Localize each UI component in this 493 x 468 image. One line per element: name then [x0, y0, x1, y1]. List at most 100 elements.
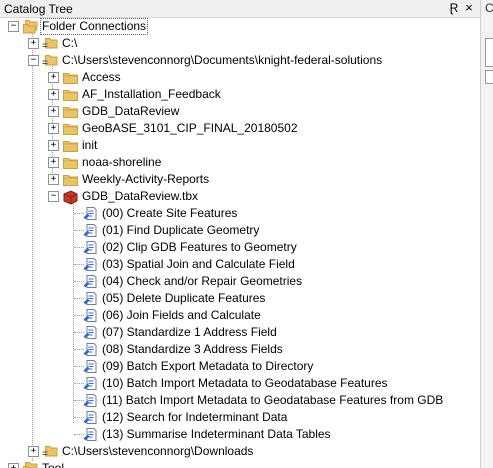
tree-item-label: C:\Users\stevenconnorg\Downloads [62, 444, 254, 458]
toolbox-icon [62, 188, 79, 205]
tree-item-folder-connections[interactable]: − Folder Connections [0, 18, 480, 35]
folder-connections-icon [22, 18, 39, 35]
tree-item-folder[interactable]: + Weekly-Activity-Reports [0, 171, 480, 188]
tree-item-label: C:\Users\stevenconnorg\Documents\knight-… [62, 53, 383, 67]
script-tool-icon [82, 239, 99, 256]
tree-item-label: noaa-shoreline [82, 155, 162, 169]
tree-item-script-tool[interactable]: (10) Batch Import Metadata to Geodatabas… [0, 375, 480, 392]
folder-icon [62, 137, 79, 154]
folder-connection-icon [42, 35, 59, 52]
tree-connector-line [74, 417, 84, 418]
tree-connector-line [74, 349, 84, 350]
tree-item-folder[interactable]: + noaa-shoreline [0, 154, 480, 171]
tree-connector-line [74, 298, 84, 299]
script-tool-icon [82, 222, 99, 239]
script-tool-icon [82, 290, 99, 307]
folder-icon [62, 120, 79, 137]
tree-connector-line [74, 315, 84, 316]
tree-item-script-tool[interactable]: (04) Check and/or Repair Geometries [0, 273, 480, 290]
script-tool-icon [82, 375, 99, 392]
tree-item-label: GeoBASE_3101_CIP_FINAL_20180502 [82, 121, 298, 135]
tree-item-c-drive[interactable]: + C:\ [0, 35, 480, 52]
tree-connector-line [74, 366, 84, 367]
tree-connector-line [74, 213, 84, 214]
tree-expander-icon[interactable]: + [48, 174, 59, 185]
tree-item-label: (02) Clip GDB Features to Geometry [102, 240, 297, 254]
tree-expander-icon[interactable]: + [48, 140, 59, 151]
tree-item-label: (07) Standardize 1 Address Field [102, 325, 277, 339]
tree-expander-icon[interactable]: + [48, 72, 59, 83]
script-tool-icon [82, 392, 99, 409]
tree-expander-icon[interactable]: + [48, 123, 59, 134]
tree-connector-line [74, 400, 84, 401]
tree-item-script-tool[interactable]: (13) Summarise Indeterminant Data Tables [0, 426, 480, 443]
folder-icon [62, 69, 79, 86]
pin-icon[interactable]: Ɽ [448, 0, 460, 16]
folder-icon [62, 86, 79, 103]
tree-expander-icon[interactable]: + [28, 38, 39, 49]
tree-item-label: Folder Connections [40, 18, 149, 35]
tree-expander-icon[interactable]: + [8, 463, 19, 468]
tree-item-label: (10) Batch Import Metadata to Geodatabas… [102, 376, 388, 390]
tree-item-toolbox[interactable]: − GDB_DataReview.tbx [0, 188, 480, 205]
tree-expander-icon[interactable]: + [48, 106, 59, 117]
toolboxes-icon [22, 460, 39, 468]
tree-item-partial[interactable]: + Tool [0, 460, 480, 468]
panel-title: Catalog Tree [4, 2, 73, 16]
tree-expander-icon[interactable]: − [48, 191, 59, 202]
tree-connector-line [74, 434, 84, 435]
tree-expander-icon[interactable]: − [28, 55, 39, 66]
tree-item-label: (13) Summarise Indeterminant Data Tables [102, 427, 331, 441]
close-icon[interactable]: × [463, 0, 475, 16]
tree-item-script-tool[interactable]: (06) Join Fields and Calculate [0, 307, 480, 324]
tree-item-script-tool[interactable]: (08) Standardize 3 Address Fields [0, 341, 480, 358]
folder-icon [62, 154, 79, 171]
tree-item-label: GDB_DataReview [82, 104, 180, 118]
tree-item-folder[interactable]: + GeoBASE_3101_CIP_FINAL_20180502 [0, 120, 480, 137]
tree-item-script-tool[interactable]: (05) Delete Duplicate Features [0, 290, 480, 307]
folder-icon [62, 103, 79, 120]
script-tool-icon [82, 409, 99, 426]
tree-item-label: (04) Check and/or Repair Geometries [102, 274, 303, 288]
adjacent-panel-field[interactable] [485, 70, 493, 84]
tree-connector-line [74, 247, 84, 248]
tree-expander-icon[interactable]: + [28, 446, 39, 457]
tree-item-script-tool[interactable]: (00) Create Site Features [0, 205, 480, 222]
tree-expander-icon[interactable]: + [48, 89, 59, 100]
script-tool-icon [82, 341, 99, 358]
tree-item-script-tool[interactable]: (02) Clip GDB Features to Geometry [0, 239, 480, 256]
tree-connector-line [74, 332, 84, 333]
tree-item-script-tool[interactable]: (12) Search for Indeterminant Data [0, 409, 480, 426]
tree-item-folder[interactable]: + GDB_DataReview [0, 103, 480, 120]
tree-item-label: GDB_DataReview.tbx [82, 189, 199, 203]
tree-connector-line [74, 230, 84, 231]
adjacent-panel-field[interactable] [485, 38, 493, 67]
tree-item-label: C:\ [62, 36, 78, 50]
tree-item-label: (08) Standardize 3 Address Fields [102, 342, 283, 356]
tree-item-label: (00) Create Site Features [102, 206, 238, 220]
tree-item-script-tool[interactable]: (09) Batch Export Metadata to Directory [0, 358, 480, 375]
tree-item-folder[interactable]: + init [0, 137, 480, 154]
tree-item-folder[interactable]: + Access [0, 69, 480, 86]
script-tool-icon [82, 307, 99, 324]
catalog-tree-titlebar: Catalog Tree Ɽ × [0, 0, 480, 18]
tree-item-project-folder[interactable]: − C:\Users\stevenconnorg\Documents\knight… [0, 52, 480, 69]
tree-item-label: (06) Join Fields and Calculate [102, 308, 261, 322]
tree-expander-icon[interactable]: + [48, 157, 59, 168]
tree-item-script-tool[interactable]: (01) Find Duplicate Geometry [0, 222, 480, 239]
tree-item-script-tool[interactable]: (07) Standardize 1 Address Field [0, 324, 480, 341]
script-tool-icon [82, 256, 99, 273]
script-tool-icon [82, 426, 99, 443]
adjacent-panel-edge: C [480, 0, 493, 468]
folder-icon [62, 171, 79, 188]
folder-connection-icon [42, 52, 59, 69]
tree-item-folder[interactable]: + AF_Installation_Feedback [0, 86, 480, 103]
tree-item-downloads-folder[interactable]: + C:\Users\stevenconnorg\Downloads [0, 443, 480, 460]
tree-expander-icon[interactable]: − [8, 21, 19, 32]
script-tool-icon [82, 358, 99, 375]
tree-item-label: (01) Find Duplicate Geometry [102, 223, 260, 237]
tree-item-script-tool[interactable]: (11) Batch Import Metadata to Geodatabas… [0, 392, 480, 409]
tree-item-label: init [82, 138, 98, 152]
tree-item-label: Tool [42, 461, 65, 468]
tree-item-script-tool[interactable]: (03) Spatial Join and Calculate Field [0, 256, 480, 273]
